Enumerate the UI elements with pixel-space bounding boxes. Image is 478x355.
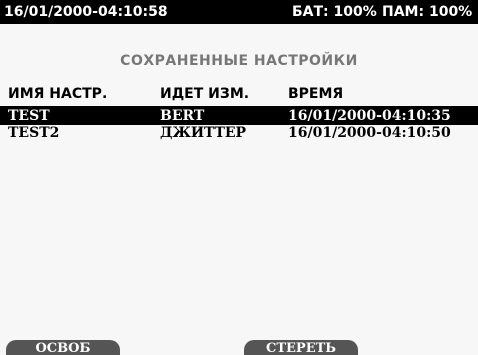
saved-settings-screen: 16/01/2000-04:10:58 БАТ: 100% ПАМ: 100% … bbox=[0, 0, 478, 355]
row-measurement: BERT bbox=[160, 108, 205, 124]
header-name: ИМЯ НАСТР. bbox=[8, 86, 108, 102]
softkey-bar: ОСВОБ СТЕРЕТЬ bbox=[0, 340, 478, 355]
row-time: 16/01/2000-04:10:35 bbox=[288, 108, 451, 124]
settings-list: TEST BERT 16/01/2000-04:10:35 TEST2 ДЖИТ… bbox=[0, 108, 478, 142]
row-time: 16/01/2000-04:10:50 bbox=[288, 125, 451, 141]
settings-row-selected[interactable]: TEST BERT 16/01/2000-04:10:35 bbox=[0, 108, 478, 125]
status-bar: 16/01/2000-04:10:58 БАТ: 100% ПАМ: 100% bbox=[0, 0, 478, 24]
status-battery: БАТ: 100% bbox=[292, 4, 377, 20]
release-softkey[interactable]: ОСВОБ bbox=[6, 340, 120, 355]
header-time: ВРЕМЯ bbox=[288, 86, 344, 102]
settings-row[interactable]: TEST2 ДЖИТТЕР 16/01/2000-04:10:50 bbox=[0, 125, 478, 142]
row-name: TEST2 bbox=[8, 125, 60, 141]
header-measurement: ИДЕТ ИЗМ. bbox=[160, 86, 250, 102]
status-memory: ПАМ: 100% bbox=[382, 4, 473, 20]
screen-title: СОХРАНЕННЫЕ НАСТРОЙКИ bbox=[120, 53, 358, 69]
status-datetime: 16/01/2000-04:10:58 bbox=[4, 4, 168, 20]
row-name: TEST bbox=[8, 108, 50, 124]
row-measurement: ДЖИТТЕР bbox=[160, 125, 247, 141]
delete-softkey[interactable]: СТЕРЕТЬ bbox=[244, 340, 358, 355]
table-header: ИМЯ НАСТР. ИДЕТ ИЗМ. ВРЕМЯ bbox=[0, 84, 478, 108]
